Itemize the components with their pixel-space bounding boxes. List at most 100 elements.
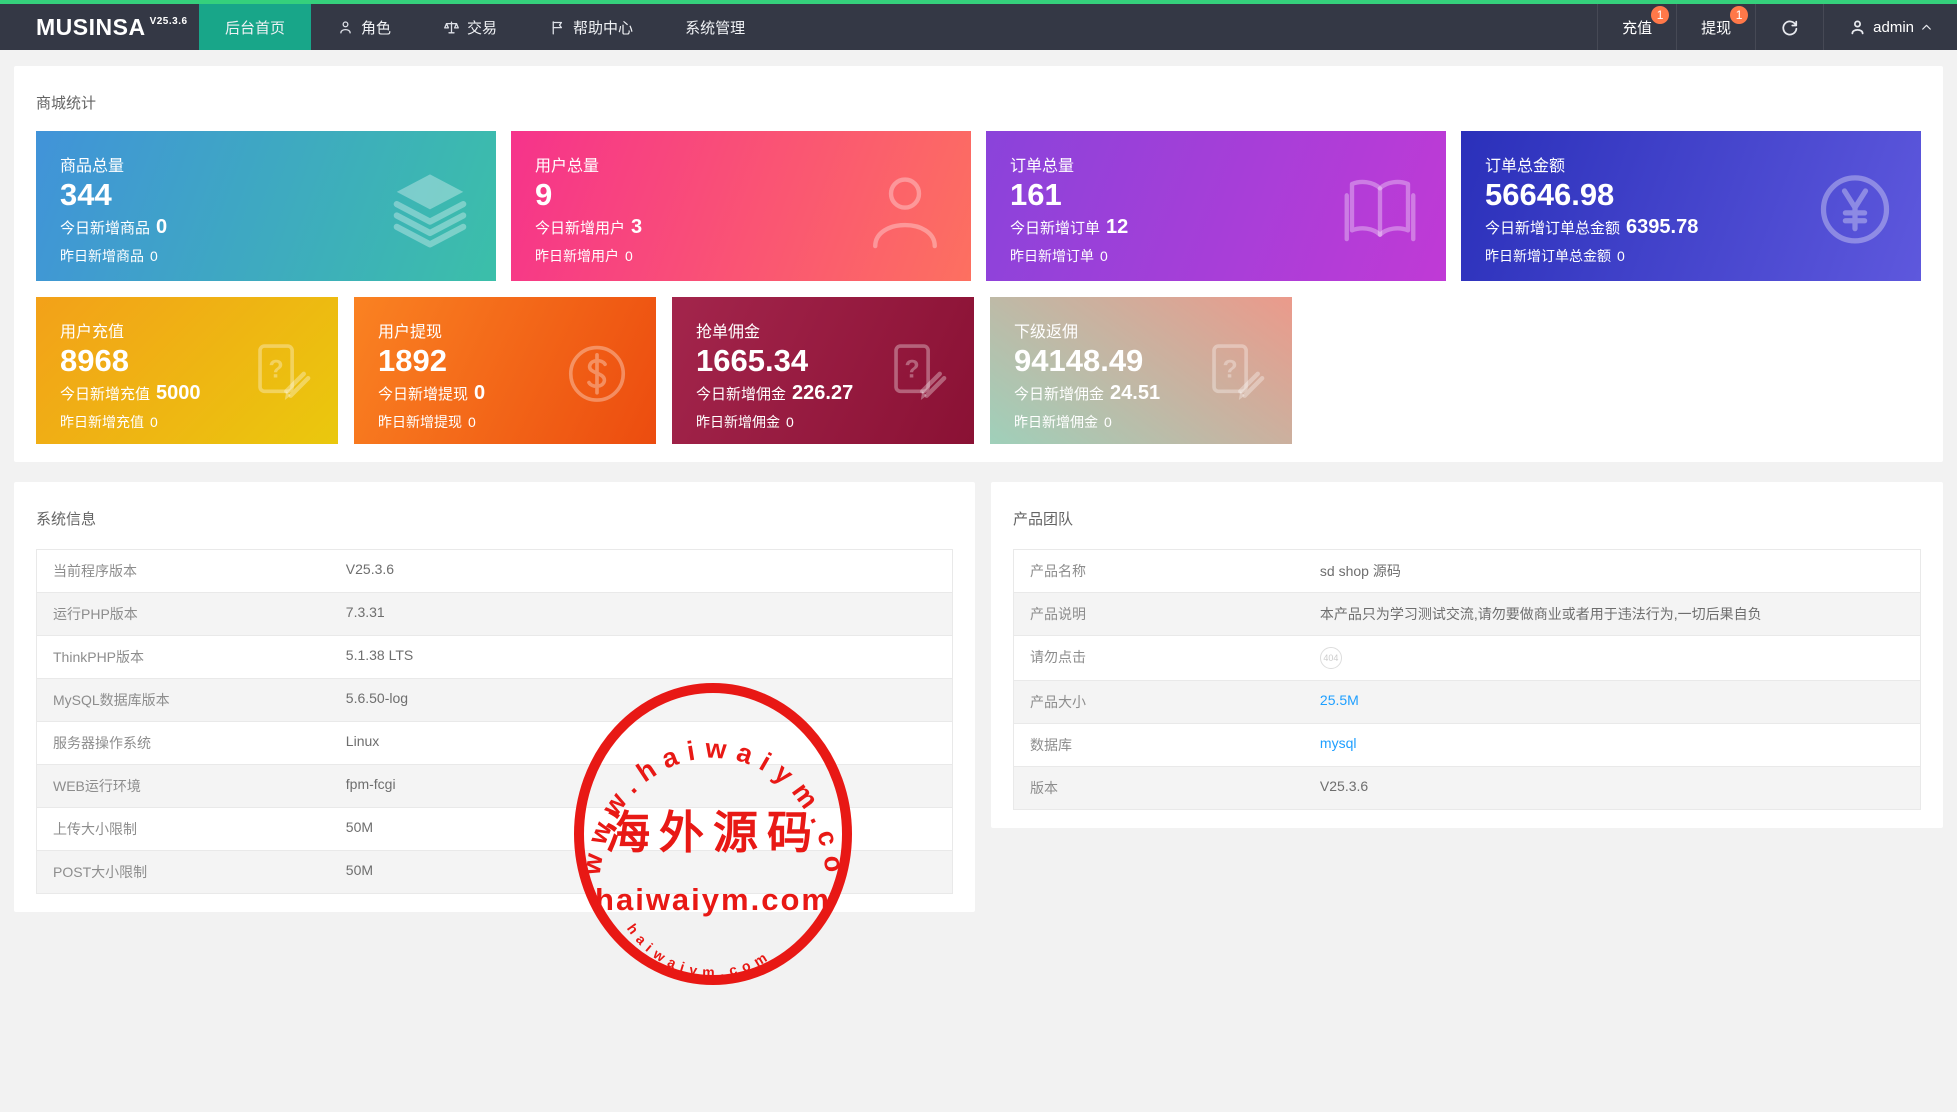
table-row: WEB运行环境 fpm-fcgi xyxy=(37,765,952,808)
menu-item-label: 角色 xyxy=(361,17,391,38)
brand-logo[interactable]: MUSINSA V25.3.6 xyxy=(0,4,199,50)
menu-item-help-center[interactable]: 帮助中心 xyxy=(523,4,659,50)
yesterday-value: 0 xyxy=(150,414,158,430)
table-row: 运行PHP版本 7.3.31 xyxy=(37,593,952,636)
row-value: fpm-fcgi xyxy=(330,765,952,807)
row-value: 5.1.38 LTS xyxy=(330,636,952,678)
row-value: V25.3.6 xyxy=(1304,767,1920,809)
menu-item-roles[interactable]: 角色 xyxy=(311,4,417,50)
brand-name: MUSINSA xyxy=(36,14,146,41)
book-icon xyxy=(1338,167,1422,251)
card-yesterday: 昨日新增佣金0 xyxy=(696,412,950,432)
system-info-table: 当前程序版本 V25.3.6 运行PHP版本 7.3.31 ThinkPHP版本… xyxy=(36,549,953,894)
stat-card-user-recharge: 用户充值 8968 今日新增充值5000 昨日新增充值0 ? xyxy=(36,297,338,444)
card-yesterday: 昨日新增充值 0 xyxy=(60,412,314,432)
stat-card-sub-rebate: 下级返佣 94148.49 今日新增佣金24.51 昨日新增佣金0 ? xyxy=(990,297,1292,444)
user-menu[interactable]: admin xyxy=(1823,4,1957,50)
doc-question-icon: ? xyxy=(244,338,314,408)
card-yesterday: 昨日新增佣金0 xyxy=(1014,412,1268,432)
navbar-spacer xyxy=(771,4,1597,50)
row-label: MySQL数据库版本 xyxy=(37,679,330,721)
navbar-actions: 充值 1 提现 1 admin xyxy=(1597,4,1957,50)
row-label: 上传大小限制 xyxy=(37,808,330,850)
today-value: 24.51 xyxy=(1110,382,1160,404)
stats-row-2: 用户充值 8968 今日新增充值5000 昨日新增充值0 ? 用户提现 1892… xyxy=(36,297,1921,444)
row-value: 7.3.31 xyxy=(330,593,952,635)
yesterday-value: 0 xyxy=(1100,248,1108,264)
table-row: 数据库 mysql xyxy=(1014,724,1920,767)
row-label: 产品大小 xyxy=(1014,681,1304,723)
table-row: 上传大小限制 50M xyxy=(37,808,952,851)
table-row: 请勿点击 404 xyxy=(1014,636,1920,681)
row-value: 本产品只为学习测试交流,请勿要做商业或者用于违法行为,一切后果自负 xyxy=(1304,593,1920,635)
menu-item-trade[interactable]: 交易 xyxy=(417,4,523,50)
flag-icon xyxy=(549,19,566,36)
today-label: 今日新增订单 xyxy=(1010,220,1100,237)
page-body: 商城统计 商品总量 344 今日新增商品0 昨日新增商品0 用户总量 9 今日新… xyxy=(0,50,1957,912)
stat-card-orders-total: 订单总量 161 今日新增订单12 昨日新增订单0 xyxy=(986,131,1446,281)
stat-card-grab-commission: 抢单佣金 1665.34 今日新增佣金226.27 昨日新增佣金0 ? xyxy=(672,297,974,444)
refresh-button[interactable] xyxy=(1755,4,1823,50)
yesterday-label: 昨日新增充值 xyxy=(60,414,144,430)
404-badge[interactable]: 404 xyxy=(1320,647,1342,669)
doc-question-icon: ? xyxy=(1198,338,1268,408)
table-row: 版本 V25.3.6 xyxy=(1014,767,1920,809)
layers-icon xyxy=(388,167,472,251)
menu-item-system-admin[interactable]: 系统管理 xyxy=(659,4,771,50)
panel-title: 商城统计 xyxy=(36,92,1921,113)
system-info-panel: 系统信息 当前程序版本 V25.3.6 运行PHP版本 7.3.31 Think… xyxy=(14,482,975,912)
top-navbar: MUSINSA V25.3.6 后台首页 角色 交易 帮助中心 系统管理 xyxy=(0,0,1957,50)
row-label: WEB运行环境 xyxy=(37,765,330,807)
svg-text:?: ? xyxy=(269,356,284,383)
yesterday-label: 昨日新增商品 xyxy=(60,248,144,264)
recharge-button[interactable]: 充值 1 xyxy=(1597,4,1676,50)
user-icon xyxy=(863,167,947,251)
database-link[interactable]: mysql xyxy=(1304,724,1920,766)
user-icon xyxy=(337,19,354,36)
row-value: sd shop 源码 xyxy=(1304,550,1920,592)
stat-card-user-withdraw: 用户提现 1892 今日新增提现0 昨日新增提现0 xyxy=(354,297,656,444)
recharge-badge: 1 xyxy=(1651,6,1669,24)
row-label: 运行PHP版本 xyxy=(37,593,330,635)
product-team-table: 产品名称 sd shop 源码 产品说明 本产品只为学习测试交流,请勿要做商业或… xyxy=(1013,549,1921,810)
menu-item-label: 系统管理 xyxy=(685,17,745,38)
today-label: 今日新增提现 xyxy=(378,386,468,403)
today-label: 今日新增商品 xyxy=(60,220,150,237)
brand-version: V25.3.6 xyxy=(150,16,188,27)
row-value: 50M xyxy=(330,808,952,850)
row-value: 50M xyxy=(330,851,952,893)
row-value: Linux xyxy=(330,722,952,764)
svg-text:?: ? xyxy=(905,356,920,383)
menu-item-label: 帮助中心 xyxy=(573,17,633,38)
withdraw-button[interactable]: 提现 1 xyxy=(1676,4,1755,50)
row-label: 当前程序版本 xyxy=(37,550,330,592)
row-label: ThinkPHP版本 xyxy=(37,636,330,678)
row-label: 数据库 xyxy=(1014,724,1304,766)
yesterday-label: 昨日新增用户 xyxy=(535,248,619,264)
today-value: 3 xyxy=(631,216,642,238)
stat-card-users-total: 用户总量 9 今日新增用户3 昨日新增用户0 xyxy=(511,131,971,281)
yesterday-label: 昨日新增订单总金额 xyxy=(1485,248,1611,264)
yesterday-value: 0 xyxy=(468,414,476,430)
panel-title: 产品团队 xyxy=(1013,508,1921,529)
table-row: MySQL数据库版本 5.6.50-log xyxy=(37,679,952,722)
table-row: 当前程序版本 V25.3.6 xyxy=(37,550,952,593)
today-label: 今日新增佣金 xyxy=(696,386,786,403)
yesterday-value: 0 xyxy=(150,248,158,264)
refresh-icon xyxy=(1780,18,1799,37)
user-icon xyxy=(1848,18,1867,37)
row-value: V25.3.6 xyxy=(330,550,952,592)
today-label: 今日新增充值 xyxy=(60,386,150,403)
product-size-link[interactable]: 25.5M xyxy=(1304,681,1920,723)
today-label: 今日新增佣金 xyxy=(1014,386,1104,403)
today-value: 12 xyxy=(1106,216,1128,238)
menu-item-label: 后台首页 xyxy=(225,17,285,38)
menu-item-dashboard[interactable]: 后台首页 xyxy=(199,4,311,50)
row-label: POST大小限制 xyxy=(37,851,330,893)
menu-item-label: 交易 xyxy=(467,17,497,38)
row-label: 产品说明 xyxy=(1014,593,1304,635)
table-row: ThinkPHP版本 5.1.38 LTS xyxy=(37,636,952,679)
withdraw-badge: 1 xyxy=(1730,6,1748,24)
stat-card-goods-total: 商品总量 344 今日新增商品0 昨日新增商品0 xyxy=(36,131,496,281)
today-value: 6395.78 xyxy=(1626,216,1698,238)
